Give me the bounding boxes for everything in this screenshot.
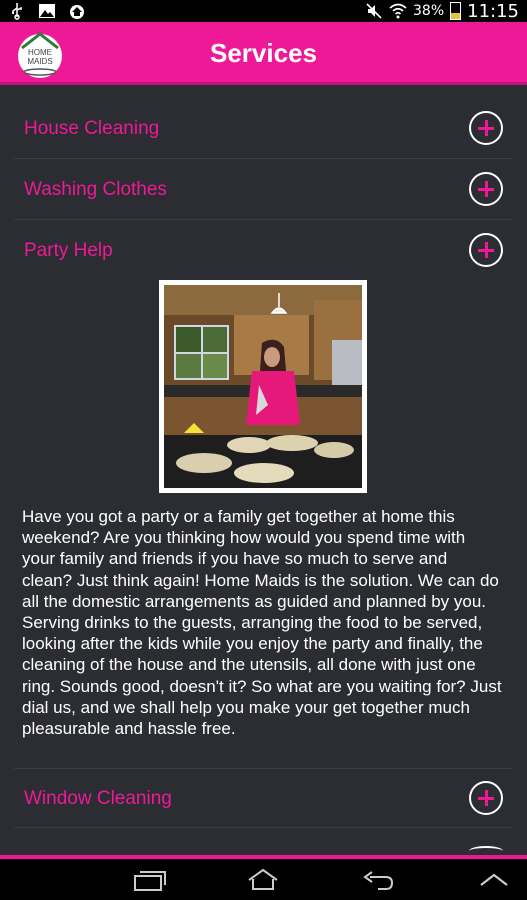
- battery-percent: 38%: [413, 3, 445, 19]
- app-bar: HOME MAIDS Services: [0, 22, 527, 85]
- service-row-washing-clothes[interactable]: Washing Clothes: [14, 160, 513, 220]
- service-label: Washing Clothes: [24, 179, 167, 200]
- service-label: House Cleaning: [24, 118, 160, 139]
- services-list: House Cleaning Washing Clothes Party Hel…: [0, 88, 527, 856]
- expand-plus-icon[interactable]: [469, 781, 503, 815]
- service-row-window-cleaning[interactable]: Window Cleaning: [14, 768, 513, 828]
- usb-icon: [12, 3, 22, 20]
- mute-icon: [366, 3, 382, 19]
- recent-apps-icon[interactable]: [132, 867, 168, 893]
- kitchen-party-image: [164, 285, 362, 488]
- battery-icon: [450, 2, 462, 20]
- party-help-photo: [159, 280, 367, 493]
- status-bar: 38% 11:15: [0, 0, 527, 22]
- service-row-party-help[interactable]: Party Help: [14, 221, 513, 281]
- app-notification-icon: [70, 5, 84, 19]
- expand-plus-icon[interactable]: [469, 111, 503, 145]
- home-icon[interactable]: [245, 867, 281, 893]
- page-title: Services: [210, 38, 317, 68]
- clock: 11:15: [467, 0, 519, 22]
- expand-plus-icon[interactable]: [469, 233, 503, 267]
- service-label: Party Help: [24, 240, 113, 261]
- image-icon: [39, 4, 55, 18]
- menu-chevron-icon[interactable]: [476, 867, 512, 893]
- party-help-description: Have you got a party or a family get tog…: [22, 507, 502, 739]
- service-row-house-cleaning[interactable]: House Cleaning: [14, 99, 513, 159]
- expand-plus-icon[interactable]: [469, 172, 503, 206]
- navigation-bar: [0, 859, 527, 900]
- back-icon[interactable]: [360, 867, 396, 893]
- wifi-icon: [389, 3, 407, 19]
- service-label: Window Cleaning: [24, 788, 172, 809]
